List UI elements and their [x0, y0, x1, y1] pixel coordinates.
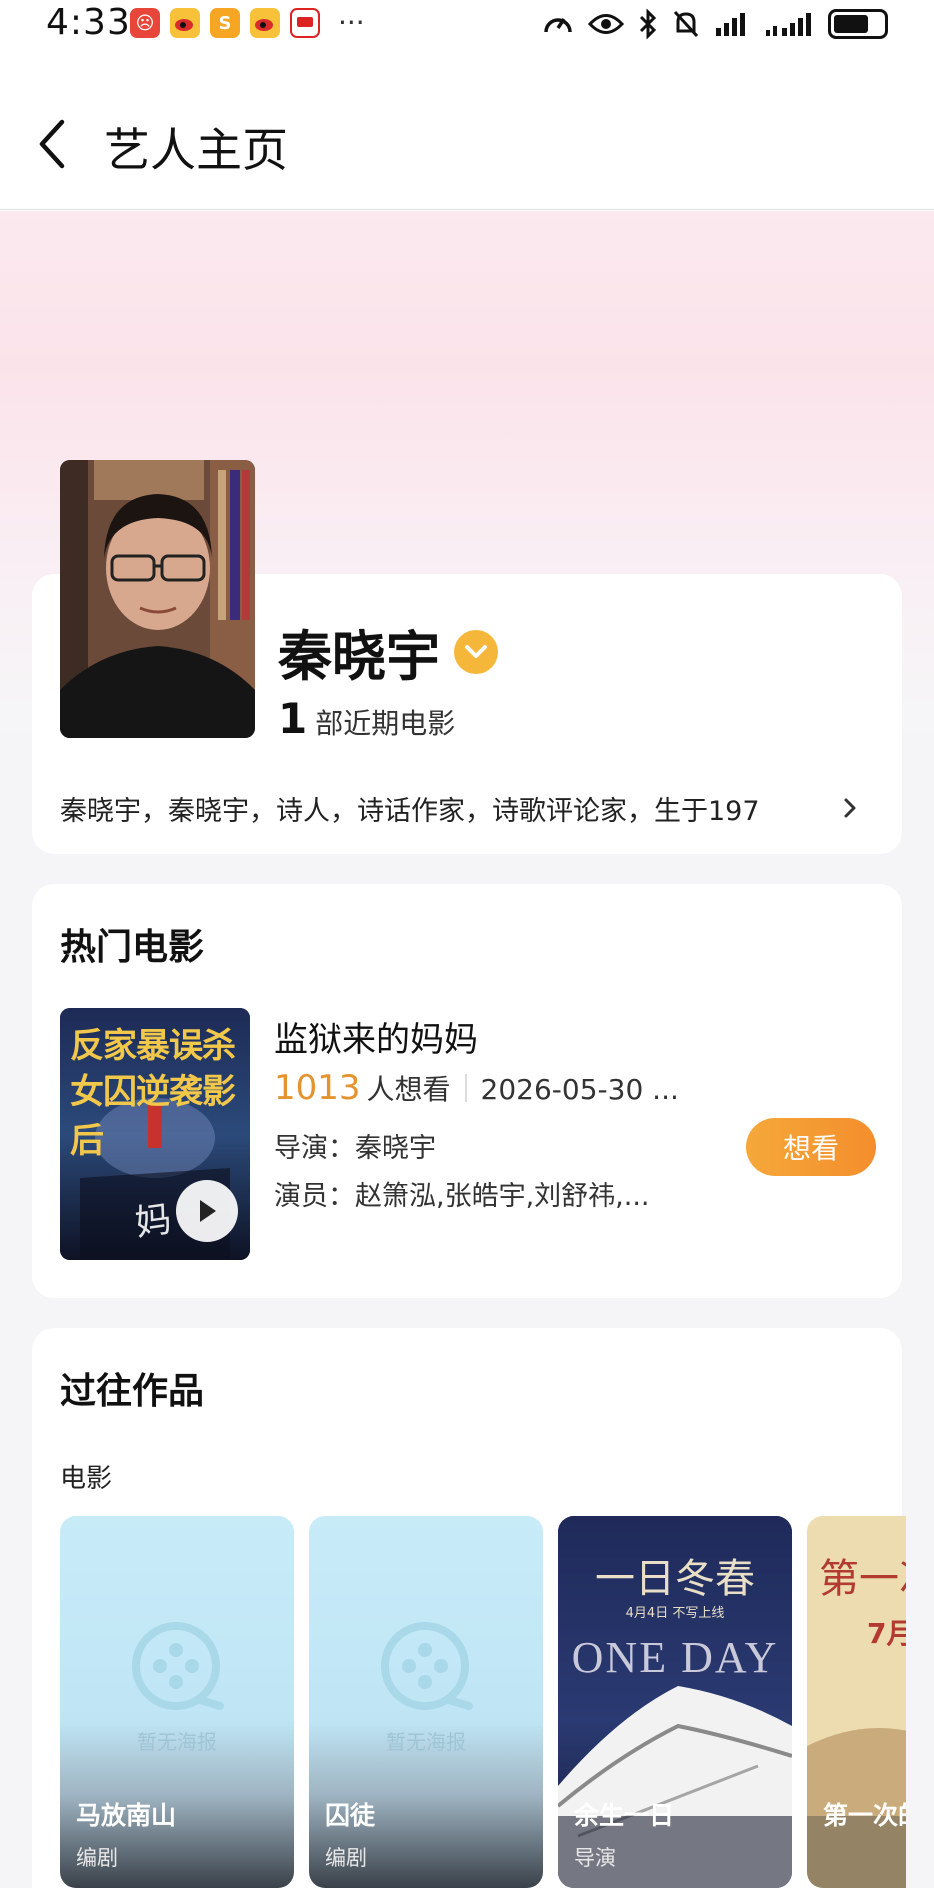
- film-reel-icon: [132, 1622, 224, 1710]
- want-to-watch-button[interactable]: 想看: [746, 1118, 876, 1176]
- artist-name-row: 秦晓宇: [278, 612, 498, 691]
- play-button[interactable]: [176, 1180, 238, 1242]
- recent-movies-count: 1 部近期电影: [278, 694, 455, 743]
- work-role: 导演: [574, 1846, 616, 1870]
- status-bar: 4:33 ☹ S ···: [0, 0, 934, 48]
- app-notification-icon: ☹: [130, 8, 160, 38]
- system-icons: [542, 8, 888, 40]
- want-count: 1013: [274, 1068, 361, 1108]
- movie-poster[interactable]: 妈 反家暴误杀 女囚逆袭影后: [60, 1008, 250, 1260]
- movie-director: 导演：秦晓宇: [274, 1133, 436, 1164]
- signal-icon-2: [766, 13, 811, 36]
- category-movies-label: 电影: [60, 1464, 113, 1494]
- work-poster-month: 7月: [867, 1617, 906, 1650]
- no-poster-text: 暂无海报: [137, 1730, 217, 1754]
- artist-bio: 秦晓宇，秦晓宇，诗人，诗话作家，诗歌评论家，生于197: [60, 795, 760, 827]
- work-card[interactable]: 暂无海报 马放南山 编剧: [60, 1516, 294, 1888]
- weibo-icon-2: [250, 8, 280, 38]
- weibo-icon: [170, 8, 200, 38]
- poster-headline-2: 女囚逆袭影后: [70, 1074, 236, 1160]
- chevron-right-icon: [844, 798, 856, 818]
- app-header: 艺人主页: [0, 70, 934, 210]
- artist-bio-row[interactable]: 秦晓宇，秦晓宇，诗人，诗话作家，诗歌评论家，生于197: [60, 786, 870, 830]
- work-poster-title: 一日冬春: [595, 1556, 755, 1601]
- work-title: 第一次的: [823, 1801, 906, 1830]
- bluetooth-icon: [639, 9, 657, 39]
- work-title: 马放南山: [76, 1801, 177, 1830]
- eye-icon: [588, 14, 624, 34]
- movie-title[interactable]: 监狱来的妈妈: [274, 1012, 478, 1061]
- chevron-left-icon: [39, 119, 65, 169]
- film-reel-icon: [381, 1622, 473, 1710]
- poster-headline-1: 反家暴误杀: [70, 1028, 236, 1065]
- artist-avatar[interactable]: [60, 460, 255, 738]
- work-card[interactable]: 一日冬春 4月4日 不写上线 ONE DAY 余生一日 导演: [558, 1516, 792, 1888]
- past-works-list: 暂无海报 马放南山 编剧 暂无海报 囚徒 编剧 一日冬春 4月4日 不写上线 O…: [60, 1516, 906, 1888]
- recent-count-value: 1: [278, 694, 308, 743]
- work-role: 编剧: [76, 1846, 118, 1870]
- work-card[interactable]: 暂无海报 囚徒 编剧: [309, 1516, 543, 1888]
- notification-icons: ☹ S ···: [130, 8, 365, 38]
- recent-count-label: 部近期电影: [315, 707, 456, 740]
- app-s-icon: S: [210, 8, 240, 38]
- signal-icon: [716, 13, 745, 36]
- movie-meta: 1013 人想看 2026-05-30 ...: [274, 1068, 679, 1108]
- red-app-icon: [290, 8, 320, 38]
- want-count-label: 人想看: [366, 1073, 451, 1106]
- work-poster-subtitle: ONE DAY: [571, 1633, 779, 1682]
- speed-icon: [544, 18, 572, 33]
- work-poster-title: 第一次: [819, 1556, 906, 1601]
- work-poster-date: 4月4日 不写上线: [625, 1606, 725, 1621]
- artist-name: 秦晓宇: [278, 625, 440, 688]
- movie-actors: 演员：赵箫泓,张皓宇,刘舒祎,...: [274, 1181, 650, 1212]
- more-notifications-icon: ···: [338, 6, 365, 39]
- release-date: 2026-05-30 ...: [480, 1073, 679, 1106]
- work-card[interactable]: 第一次 7月 第一次的: [807, 1516, 906, 1888]
- work-role: 编剧: [325, 1846, 367, 1870]
- hot-movies-title: 热门电影: [60, 927, 205, 968]
- page-title: 艺人主页: [104, 123, 288, 177]
- mute-bell-icon: [673, 10, 699, 38]
- svg-text:妈: 妈: [133, 1199, 174, 1244]
- work-title: 余生一日: [574, 1801, 675, 1830]
- back-button[interactable]: [32, 114, 72, 174]
- status-time: 4:33: [46, 2, 131, 43]
- battery-icon: [828, 9, 888, 39]
- meta-divider: [464, 1074, 467, 1102]
- work-title: 囚徒: [325, 1801, 376, 1830]
- past-works-title: 过往作品: [60, 1371, 205, 1412]
- verified-badge-icon: [454, 629, 498, 674]
- no-poster-text: 暂无海报: [386, 1730, 466, 1754]
- play-icon: [200, 1200, 216, 1222]
